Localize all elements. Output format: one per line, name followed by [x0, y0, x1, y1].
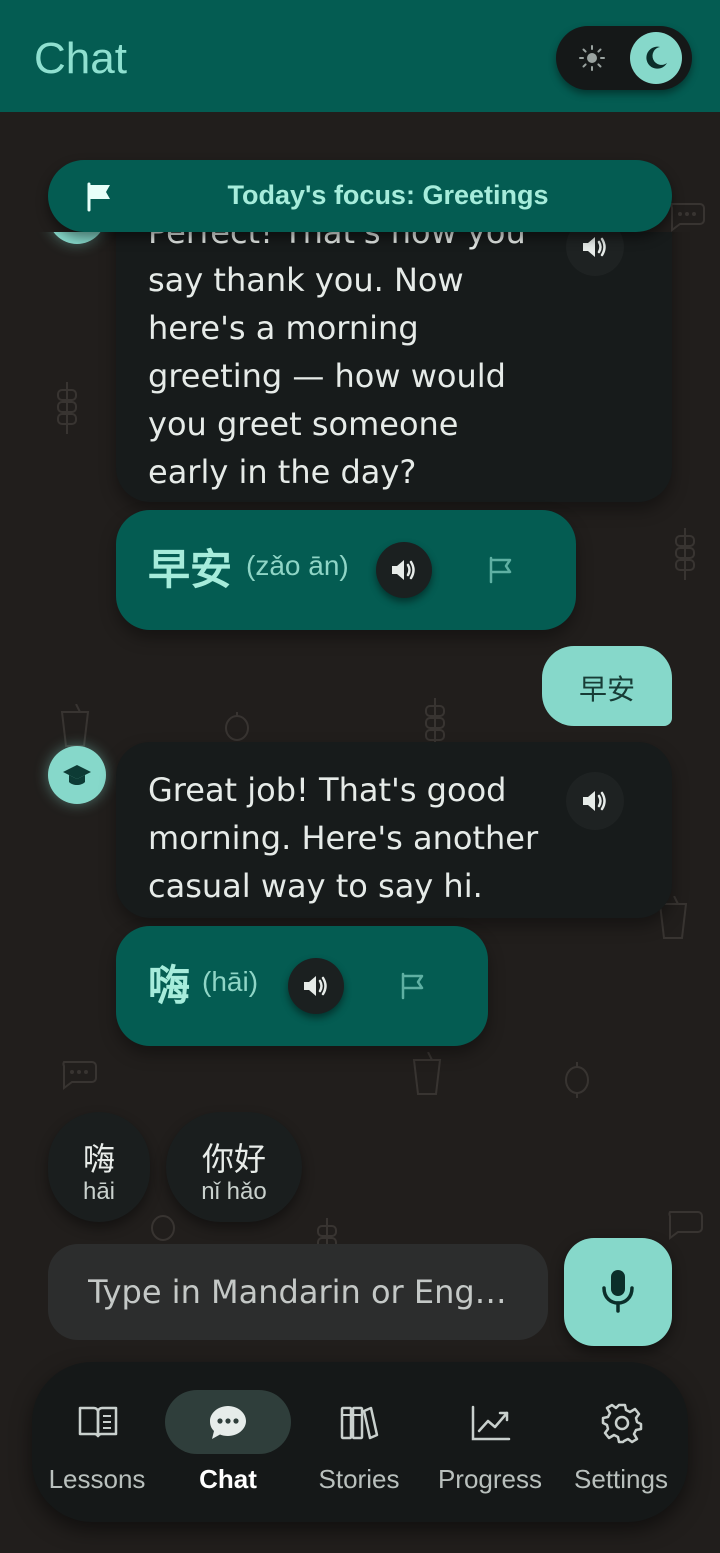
tutor-message-text: Perfect! That's how you say thank you. N… — [148, 232, 526, 491]
nav-item-progress[interactable]: Progress — [425, 1390, 555, 1500]
message-input-container[interactable] — [48, 1244, 548, 1340]
chat-doodle-icon — [670, 203, 705, 232]
chat-doodle-icon — [668, 1211, 703, 1240]
phrase-hanzi: 嗨 — [148, 961, 191, 1010]
graduation-cap-icon — [63, 765, 91, 785]
speaker-icon — [583, 237, 606, 257]
nav-label: Settings — [574, 1464, 668, 1494]
message-input[interactable] — [88, 1270, 508, 1314]
nav-item-stories[interactable]: Stories — [294, 1390, 424, 1500]
tutor-message-bubble: Great job! That's good morning. Here's a… — [116, 742, 672, 918]
microphone-button[interactable] — [564, 1238, 672, 1346]
message-list[interactable]: Perfect! That's how you say thank you. N… — [0, 232, 720, 1112]
app-header: Chat — [0, 0, 720, 112]
lantern-doodle-icon — [151, 1215, 175, 1241]
phrase-play-audio-button[interactable] — [288, 958, 344, 1014]
chart-line-icon — [471, 1405, 511, 1441]
phrase-card: 早安 (zǎo ān) — [116, 510, 576, 630]
book-open-icon — [78, 1406, 118, 1438]
tutor-message-bubble: Perfect! That's how you say thank you. N… — [116, 232, 672, 502]
chat-bubble-icon — [210, 1406, 246, 1439]
tutor-avatar — [48, 232, 106, 244]
flag-outline-icon[interactable] — [488, 556, 514, 584]
nav-item-chat[interactable]: Chat — [163, 1390, 293, 1500]
nav-item-settings[interactable]: Settings — [556, 1390, 686, 1500]
tutor-avatar — [48, 746, 106, 804]
speaker-icon — [392, 560, 415, 580]
phrase-pinyin: (zǎo ān) — [246, 550, 349, 581]
suggestion-chip[interactable]: 你好 nǐ hǎo — [166, 1112, 302, 1222]
phrase-card: 嗨 (hāi) — [116, 926, 488, 1046]
page-title: Chat — [34, 34, 127, 83]
suggestion-hanzi: 你好 — [201, 1140, 266, 1178]
user-message-bubble: 早安 — [542, 646, 672, 726]
suggestion-chip[interactable]: 嗨 hāi — [48, 1112, 150, 1222]
play-audio-button[interactable] — [566, 232, 624, 276]
theme-toggle-knob[interactable] — [630, 32, 682, 84]
moon-icon — [646, 46, 667, 69]
gear-icon — [601, 1403, 643, 1444]
tutor-message-text: Great job! That's good morning. Here's a… — [148, 771, 539, 905]
phrase-pinyin: (hāi) — [202, 966, 259, 997]
suggestion-hanzi: 嗨 — [82, 1140, 115, 1178]
sun-icon — [579, 45, 605, 71]
focus-text: Today's focus: Greetings — [227, 180, 549, 210]
nav-item-lessons[interactable]: Lessons — [32, 1390, 162, 1500]
speaker-icon — [583, 791, 606, 811]
books-icon — [340, 1406, 379, 1440]
phrase-hanzi: 早安 — [148, 545, 233, 594]
theme-toggle[interactable] — [556, 26, 692, 90]
suggestion-pinyin: nǐ hǎo — [201, 1178, 267, 1205]
focus-banner: Today's focus: Greetings — [48, 160, 672, 232]
microphone-icon — [602, 1270, 634, 1313]
user-message-text: 早安 — [578, 673, 635, 706]
bottom-nav: Lessons Chat Stories Progress Settings — [32, 1362, 688, 1522]
play-audio-button[interactable] — [566, 772, 624, 830]
flag-outline-icon[interactable] — [400, 972, 426, 1000]
speaker-icon — [304, 976, 327, 996]
phrase-play-audio-button[interactable] — [376, 542, 432, 598]
suggestion-pinyin: hāi — [82, 1178, 116, 1205]
